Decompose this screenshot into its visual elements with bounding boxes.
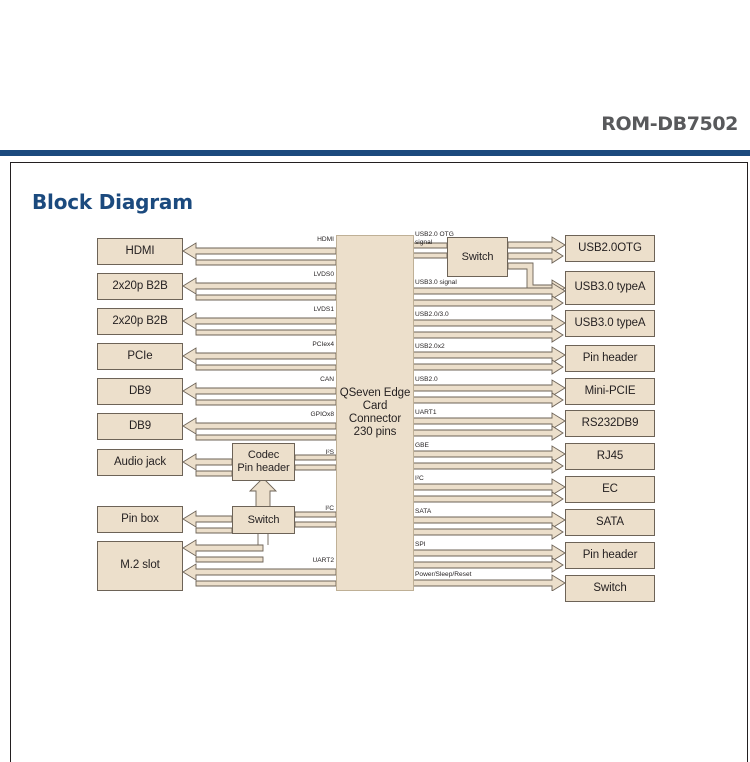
signal-label-pciex4: PCIex4 xyxy=(312,341,334,348)
block-2x20p-b2b-lvds1[interactable]: 2x20p B2B xyxy=(97,308,183,335)
block-label: DB9 xyxy=(128,419,152,432)
signal-label-gpiox8: GPIOx8 xyxy=(310,411,334,418)
block-label: Switch xyxy=(593,581,627,594)
signal-label-can: CAN xyxy=(320,376,334,383)
signal-label-lvds1: LVDS1 xyxy=(313,306,334,313)
header-rule xyxy=(0,150,750,156)
block-ec[interactable]: EC xyxy=(565,476,655,503)
block-switch-power[interactable]: Switch xyxy=(565,575,655,602)
block-audio-jack[interactable]: Audio jack xyxy=(97,449,183,476)
block-label: EC xyxy=(602,482,618,495)
block-pin-header-spi[interactable]: Pin header xyxy=(565,542,655,569)
block-usb2-0-otg[interactable]: USB2.0OTG xyxy=(565,235,655,262)
block-rj45[interactable]: RJ45 xyxy=(565,443,655,470)
signal-label-i2s: I²S xyxy=(325,449,334,456)
block-label: SATA xyxy=(596,515,624,528)
block-label: PCIe xyxy=(127,349,153,362)
block-label: Mini-PCIE xyxy=(584,384,636,397)
block-switch-usb[interactable]: Switch xyxy=(447,237,508,277)
block-label: M.2 slot xyxy=(120,559,160,572)
block-label: USB3.0 typeA xyxy=(574,316,646,329)
signal-label-i2c-left: I²C xyxy=(325,505,334,512)
block-hdmi[interactable]: HDMI xyxy=(97,238,183,265)
signal-label-usb2: USB2.0 xyxy=(415,376,438,383)
block-label: DB9 xyxy=(128,384,152,397)
signal-label-usb2otg-line1: USB2.0 OTG xyxy=(415,231,454,238)
block-label: Pin header xyxy=(582,351,638,364)
connector-label-line2: Card Connector xyxy=(348,399,402,425)
block-label: Pin header xyxy=(582,548,638,561)
block-label: Pin box xyxy=(121,512,159,525)
signal-label-power-sleep-reset: Power/Sleep/Reset xyxy=(415,571,472,578)
block-label: Audio jack xyxy=(113,455,167,468)
connector-label-line1: QSeven Edge xyxy=(339,386,411,399)
document-title: ROM-DB7502 xyxy=(601,113,738,135)
block-label: USB2.0OTG xyxy=(578,241,642,254)
block-label: Switch xyxy=(247,513,280,526)
block-mini-pcie[interactable]: Mini-PCIE xyxy=(565,378,655,405)
signal-label-usb2x2: USB2.0x2 xyxy=(415,343,445,350)
block-label: RJ45 xyxy=(596,449,624,462)
block-pcie[interactable]: PCIe xyxy=(97,343,183,370)
block-db9-gpio[interactable]: DB9 xyxy=(97,413,183,440)
signal-label-usb2-3: USB2.0/3.0 xyxy=(415,311,449,318)
connector-label-line3: 230 pins xyxy=(353,426,397,439)
signal-label-hdmi: HDMI xyxy=(317,236,334,243)
block-label-line2: Pin header xyxy=(237,462,290,474)
signal-label-uart1: UART1 xyxy=(415,409,437,416)
signal-label-lvds0: LVDS0 xyxy=(313,271,334,278)
block-sata[interactable]: SATA xyxy=(565,509,655,536)
block-2x20p-b2b-lvds0[interactable]: 2x20p B2B xyxy=(97,273,183,300)
signal-label-i2c-right: I²C xyxy=(415,475,424,482)
block-pin-box[interactable]: Pin box xyxy=(97,506,183,533)
block-label: USB3.0 typeA xyxy=(574,281,646,294)
block-db9-can[interactable]: DB9 xyxy=(97,378,183,405)
block-label: 2x20p B2B xyxy=(112,314,168,327)
block-pin-header-usb[interactable]: Pin header xyxy=(565,345,655,372)
block-usb3-0-typea-2[interactable]: USB3.0 typeA xyxy=(565,310,655,337)
block-label: HDMI xyxy=(125,244,155,257)
block-label: RS232DB9 xyxy=(581,416,639,429)
signal-label-sata: SATA xyxy=(415,508,432,515)
signal-label-spi: SPI xyxy=(415,541,426,548)
block-rs232db9[interactable]: RS232DB9 xyxy=(565,410,655,437)
block-label: Switch xyxy=(461,250,494,263)
block-m2-slot[interactable]: M.2 slot xyxy=(97,541,183,591)
signal-label-usb2otg-line2: signal xyxy=(415,239,433,246)
signal-label-uart2: UART2 xyxy=(312,557,335,564)
block-label: 2x20p B2B xyxy=(112,279,168,292)
qseven-edge-card-connector[interactable]: QSeven Edge Card Connector 230 pins xyxy=(336,235,414,591)
signal-label-usb3-signal: USB3.0 signal xyxy=(415,279,457,286)
page-title: Block Diagram xyxy=(32,190,193,214)
signal-label-gbe: GBE xyxy=(415,442,429,449)
block-usb3-0-typea-1[interactable]: USB3.0 typeA xyxy=(565,271,655,305)
